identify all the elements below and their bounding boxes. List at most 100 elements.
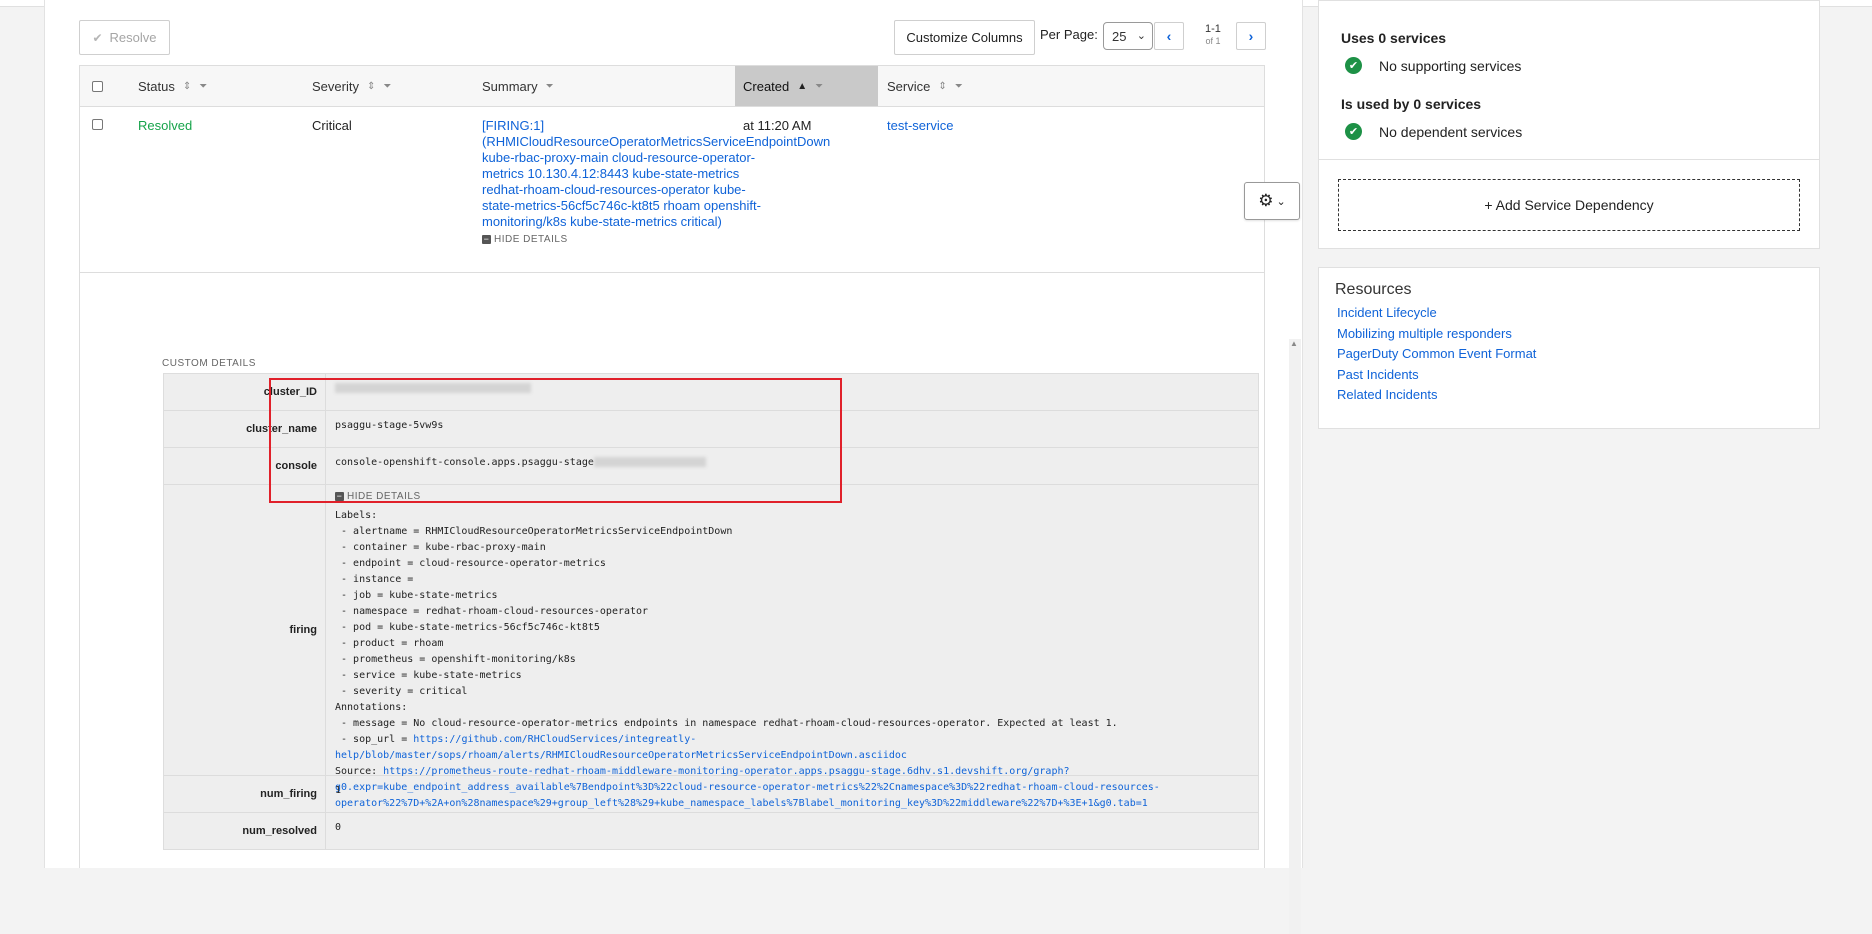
resources-title: Resources <box>1335 281 1412 298</box>
detail-row-firing: firing − HIDE DETAILS Labels: - alertname… <box>164 485 1258 809</box>
used-by-services-title: Is used by 0 services <box>1341 96 1482 112</box>
detail-row-num-resolved: num_resolved 0 <box>164 813 1258 849</box>
hide-details-toggle[interactable]: − HIDE DETAILS <box>335 491 421 502</box>
filter-icon[interactable]: ⏷ <box>546 81 554 92</box>
next-page-button[interactable]: › <box>1236 22 1266 50</box>
previous-page-button[interactable]: ‹ <box>1154 22 1184 50</box>
service-dependencies-panel: Uses 0 services ✔ No supporting services… <box>1318 0 1820 249</box>
detail-key: num_firing <box>164 776 326 812</box>
resource-link-past-incidents[interactable]: Past Incidents <box>1337 367 1419 382</box>
check-circle-icon: ✔ <box>1345 123 1362 140</box>
hide-details-toggle[interactable]: − HIDE DETAILS <box>482 232 772 248</box>
supporting-services-status: ✔ No supporting services <box>1345 57 1521 74</box>
hide-details-label: HIDE DETAILS <box>494 234 568 245</box>
sort-icon: ⇕ <box>182 80 192 92</box>
table-row: Resolved Critical [FIRING:1] (RHMICloudR… <box>80 106 1264 273</box>
redacted-value <box>335 383 531 393</box>
detail-value: psaggu-stage-5vw9s <box>335 420 444 431</box>
detail-row-num-firing: num_firing 1 <box>164 776 1258 813</box>
minus-icon: − <box>482 233 491 244</box>
firing-text-block: Labels: - alertname = RHMICloudResourceO… <box>335 508 1249 812</box>
column-service[interactable]: Service ⇕ ⏷ <box>887 66 1027 106</box>
chevron-down-icon: ⌄ <box>1276 195 1286 208</box>
scroll-up-arrow-icon[interactable]: ▲ <box>1290 339 1298 348</box>
sop-url-link[interactable]: https://github.com/RHCloudServices/integ… <box>335 734 907 761</box>
custom-details-table: cluster_ID cluster_name psaggu-stage-5vw… <box>163 373 1259 850</box>
minus-icon: − <box>335 490 344 501</box>
chevron-right-icon: › <box>1248 28 1254 44</box>
add-service-dependency-button[interactable]: + Add Service Dependency <box>1338 179 1800 231</box>
row-actions-button[interactable]: ⚙ ⌄ <box>1244 182 1300 220</box>
range-total: of 1 <box>1205 36 1221 46</box>
column-created[interactable]: Created ▲ ⏷ <box>735 66 878 106</box>
filter-icon[interactable]: ⏷ <box>955 81 963 92</box>
summary-cell: [FIRING:1] (RHMICloudResourceOperatorMet… <box>482 118 830 248</box>
redacted-value <box>593 457 706 467</box>
column-label: Severity <box>312 78 359 94</box>
resources-panel: Resources Incident Lifecycle Mobilizing … <box>1318 267 1820 429</box>
details-scrollbar[interactable] <box>1289 339 1301 934</box>
detail-value: console-openshift-console.apps.psaggu-st… <box>326 448 1258 484</box>
resource-link-common-event-format[interactable]: PagerDuty Common Event Format <box>1337 346 1536 361</box>
resolve-label: Resolve <box>109 30 157 45</box>
sort-icon: ⇕ <box>366 80 376 92</box>
chevron-down-icon: ⌄ <box>1136 30 1146 42</box>
column-status[interactable]: Status ⇕ ⏷ <box>138 66 278 106</box>
column-severity[interactable]: Severity ⇕ ⏷ <box>312 66 452 106</box>
row-checkbox[interactable] <box>92 119 103 130</box>
status-text: No supporting services <box>1379 57 1522 74</box>
detail-key: cluster_name <box>164 411 326 447</box>
resources-list: Incident Lifecycle Mobilizing multiple r… <box>1337 303 1536 406</box>
filter-icon[interactable]: ⏷ <box>199 81 207 92</box>
sop-url-prefix: - sop_url = <box>335 734 414 745</box>
status-value: Resolved <box>138 118 193 133</box>
detail-row-cluster-id: cluster_ID <box>164 374 1258 411</box>
pagination-range: 1-1 of 1 <box>1205 23 1221 46</box>
detail-value <box>326 374 1258 410</box>
per-page-label: Per Page: <box>1040 27 1098 42</box>
resource-link-related-incidents[interactable]: Related Incidents <box>1337 387 1437 402</box>
incidents-table: Status ⇕ ⏷ Severity ⇕ ⏷ Summary ⏷ Create… <box>79 65 1301 934</box>
firing-labels-text: Labels: - alertname = RHMICloudResourceO… <box>335 510 1118 729</box>
chevron-left-icon: ‹ <box>1166 28 1172 44</box>
detail-key: num_resolved <box>164 813 326 849</box>
incident-summary-link[interactable]: [FIRING:1] (RHMICloudResourceOperatorMet… <box>482 118 830 229</box>
column-label: Summary <box>482 78 538 94</box>
table-header: Status ⇕ ⏷ Severity ⇕ ⏷ Summary ⏷ Create… <box>80 66 1264 107</box>
resource-link-incident-lifecycle[interactable]: Incident Lifecycle <box>1337 305 1437 320</box>
detail-key: console <box>164 448 326 484</box>
column-label: Created <box>743 78 790 94</box>
gear-icon: ⚙ <box>1258 191 1274 210</box>
select-all-checkbox[interactable] <box>92 80 103 92</box>
resolve-button[interactable]: ✔ Resolve <box>79 20 170 55</box>
customize-columns-button[interactable]: Customize Columns <box>894 20 1035 55</box>
detail-key: firing <box>164 485 326 775</box>
detail-value: 1 <box>335 785 342 796</box>
row-select-cell <box>92 119 103 130</box>
per-page-select[interactable]: 25 ⌄ <box>1103 22 1153 50</box>
service-link[interactable]: test-service <box>887 118 953 133</box>
dependent-services-status: ✔ No dependent services <box>1345 123 1522 140</box>
detail-key: cluster_ID <box>164 374 326 410</box>
column-summary[interactable]: Summary ⏷ <box>482 66 662 106</box>
checkmark-icon: ✔ <box>92 30 103 45</box>
filter-icon[interactable]: ⏷ <box>815 81 823 92</box>
filter-icon[interactable]: ⏷ <box>383 81 391 92</box>
resource-link-mobilizing-responders[interactable]: Mobilizing multiple responders <box>1337 326 1512 341</box>
select-all-cell <box>92 66 103 106</box>
status-text: No dependent services <box>1379 123 1523 140</box>
severity-value: Critical <box>312 118 352 133</box>
custom-details-title: CUSTOM DETAILS <box>162 358 256 369</box>
console-url: console-openshift-console.apps.psaggu-st… <box>335 457 594 468</box>
created-value: at 11:20 AM <box>743 118 812 133</box>
detail-value: − HIDE DETAILS Labels: - alertname = RHMI… <box>326 485 1258 809</box>
incident-list-panel: ✔ Resolve Customize Columns Per Page: 25… <box>44 0 1303 934</box>
column-label: Status <box>138 78 175 94</box>
hide-details-label: HIDE DETAILS <box>347 491 421 502</box>
per-page-value: 25 <box>1112 28 1127 44</box>
range-value: 1-1 <box>1205 23 1221 35</box>
detail-value: 0 <box>335 822 342 833</box>
check-circle-icon: ✔ <box>1345 57 1362 74</box>
uses-services-title: Uses 0 services <box>1341 30 1447 46</box>
detail-row-console: console console-openshift-console.apps.p… <box>164 448 1258 485</box>
